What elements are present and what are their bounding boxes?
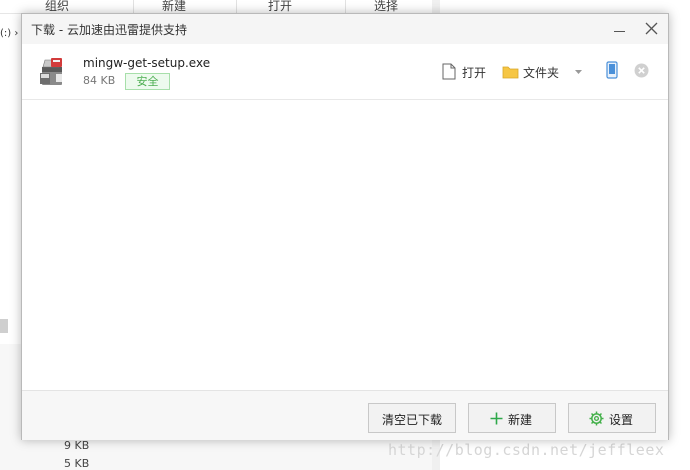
ribbon-new[interactable]: 新建 — [162, 0, 186, 14]
plus-icon — [490, 412, 503, 425]
ribbon-separator — [236, 0, 237, 14]
folder-label: 文件夹 — [523, 66, 560, 80]
explorer-ribbon: 组织 新建 打开 选择 — [0, 0, 435, 14]
installer-icon — [40, 58, 62, 85]
ribbon-organize[interactable]: 组织 — [45, 0, 69, 14]
ribbon-select[interactable]: 选择 — [374, 0, 398, 14]
phone-icon[interactable] — [606, 61, 618, 79]
file-name: mingw-get-setup.exe — [83, 56, 211, 70]
explorer-nav-pane: (:) › — [0, 14, 22, 344]
close-icon — [645, 22, 658, 35]
file-size: 84 KB — [83, 74, 116, 87]
document-icon — [442, 63, 456, 80]
dialog-footer: 清空已下载 新建 设置 — [22, 390, 668, 440]
folder-icon — [502, 66, 519, 79]
close-button[interactable] — [641, 19, 663, 39]
download-list-area — [22, 101, 668, 389]
dialog-title: 下载 - 云加速由迅雷提供支持 — [31, 23, 187, 37]
chevron-down-icon[interactable] — [575, 70, 582, 74]
file-size-cell: 5 KB — [64, 457, 90, 470]
file-size-cell: 9 KB — [64, 439, 90, 452]
address-fragment: (:) › — [0, 28, 19, 39]
gear-icon — [589, 411, 604, 426]
safe-badge: 安全 — [125, 73, 170, 90]
cancel-download-icon[interactable] — [634, 63, 649, 78]
ribbon-open[interactable]: 打开 — [268, 0, 292, 14]
settings-label: 设置 — [609, 413, 634, 427]
settings-button[interactable]: 设置 — [568, 403, 656, 433]
clear-label: 清空已下载 — [382, 413, 443, 427]
open-folder-button[interactable]: 文件夹 — [502, 62, 584, 82]
ribbon-separator — [133, 0, 134, 14]
clear-downloaded-button[interactable]: 清空已下载 — [368, 403, 456, 433]
new-download-button[interactable]: 新建 — [468, 403, 556, 433]
nav-scrollbar[interactable] — [0, 319, 8, 333]
dialog-titlebar[interactable]: 下载 - 云加速由迅雷提供支持 — [22, 14, 668, 44]
ribbon-separator — [345, 0, 346, 14]
watermark: http://blog.csdn.net/jeffleex — [388, 441, 665, 459]
new-label: 新建 — [508, 413, 533, 427]
download-item[interactable]: mingw-get-setup.exe 84 KB 安全 打开 文件夹 — [22, 44, 668, 100]
download-dialog: 下载 - 云加速由迅雷提供支持 mingw-get-setup.exe 84 K… — [21, 13, 669, 440]
minimize-button[interactable] — [608, 19, 630, 39]
open-label: 打开 — [462, 66, 487, 80]
